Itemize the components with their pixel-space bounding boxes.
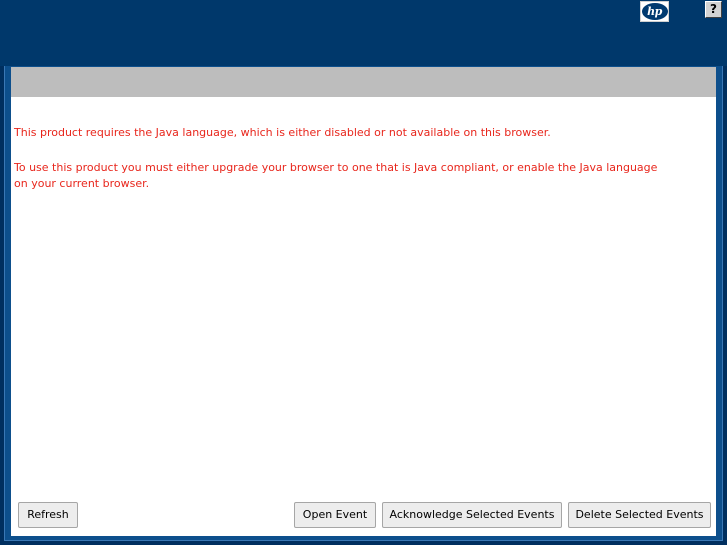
hp-logo[interactable]: hp bbox=[640, 1, 669, 22]
delete-selected-events-button[interactable]: Delete Selected Events bbox=[568, 502, 711, 528]
open-event-button[interactable]: Open Event bbox=[294, 502, 376, 528]
java-instructions-message: To use this product you must either upgr… bbox=[14, 161, 658, 190]
help-icon[interactable]: ? bbox=[705, 1, 722, 18]
hp-logo-text: hp bbox=[647, 5, 662, 18]
refresh-button[interactable]: Refresh bbox=[18, 502, 78, 528]
acknowledge-selected-events-button[interactable]: Acknowledge Selected Events bbox=[382, 502, 562, 528]
panel-body: This product requires the Java language,… bbox=[11, 97, 716, 536]
hp-logo-icon: hp bbox=[641, 3, 668, 20]
java-required-message: This product requires the Java language,… bbox=[14, 126, 551, 139]
top-banner: hp ? bbox=[0, 0, 727, 66]
panel-header bbox=[11, 67, 716, 97]
